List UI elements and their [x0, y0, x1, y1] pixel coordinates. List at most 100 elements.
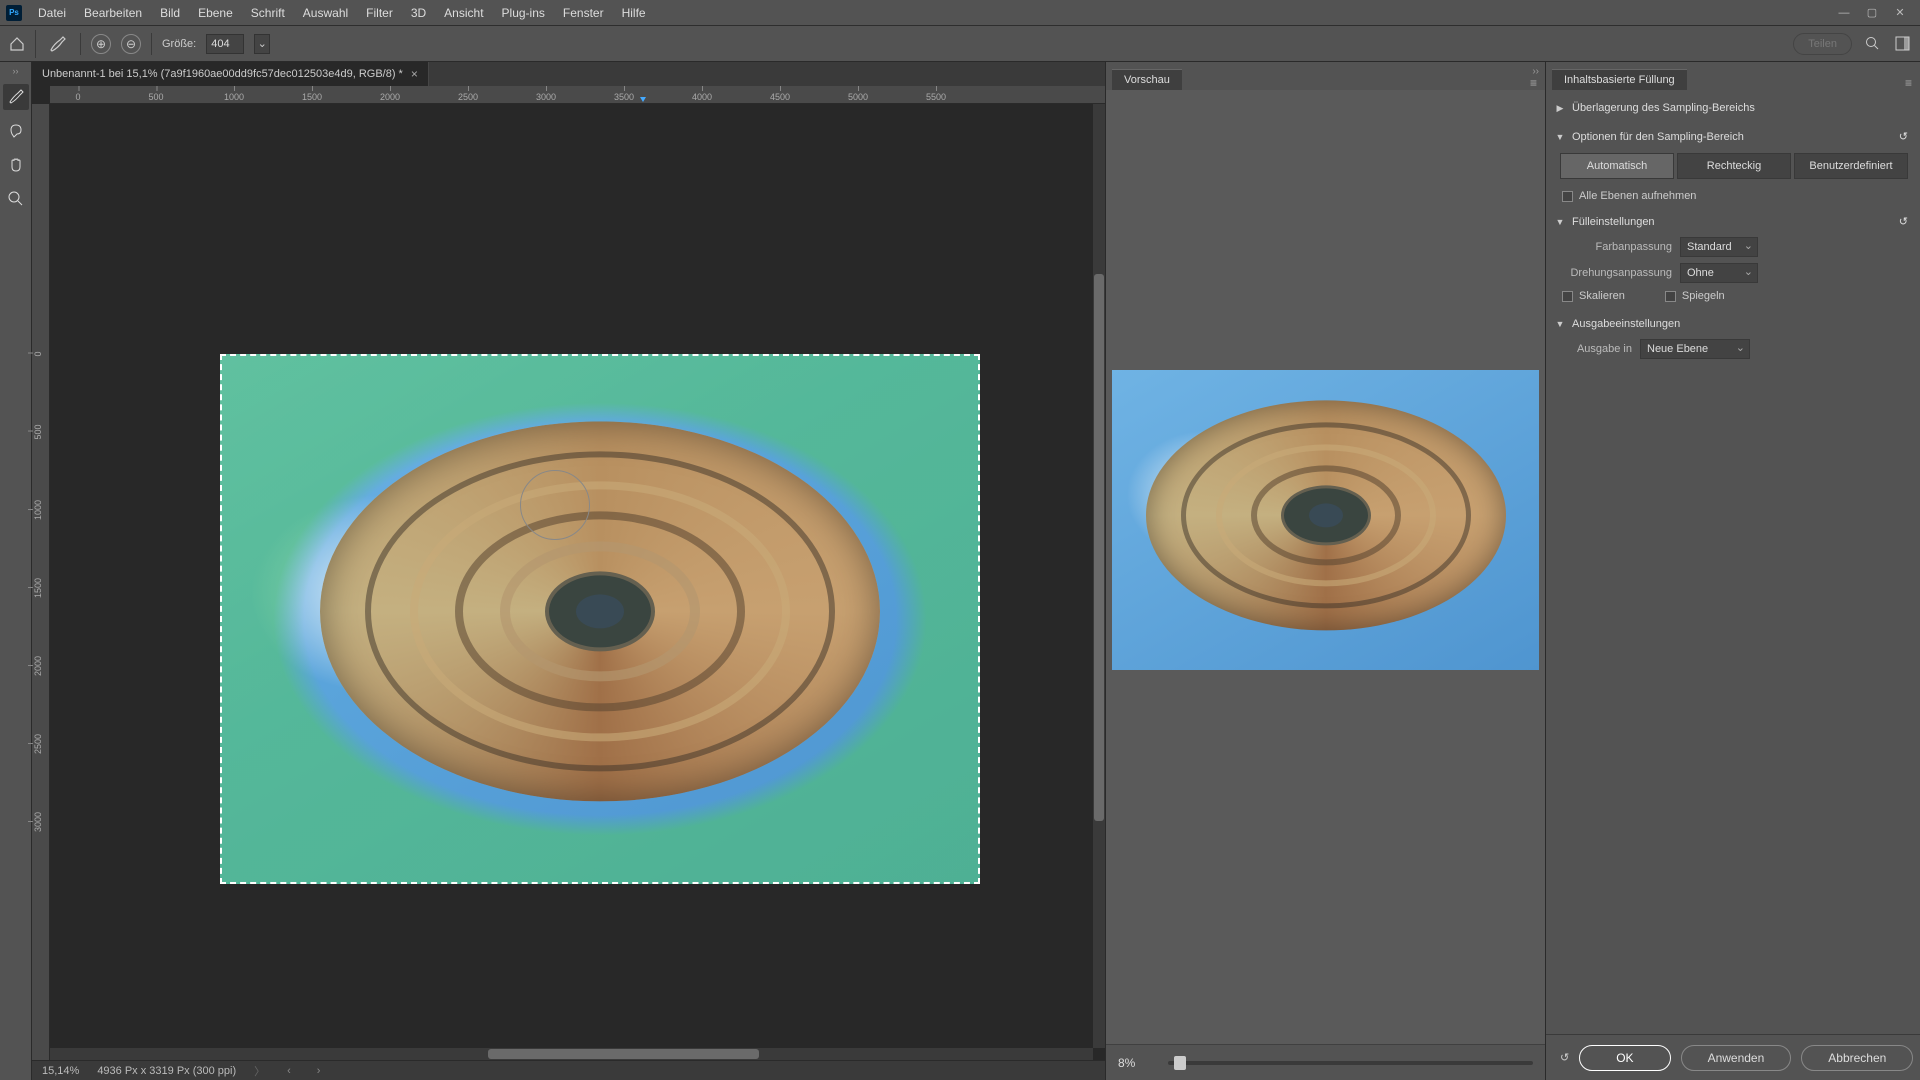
menu-bearbeiten[interactable]: Bearbeiten: [76, 2, 150, 24]
panel-menu-icon[interactable]: ≡: [1905, 76, 1912, 90]
settings-tab[interactable]: Inhaltsbasierte Füllung: [1552, 69, 1687, 90]
preview-zoom-value: 8%: [1118, 1056, 1158, 1070]
reset-all-icon[interactable]: ↺: [1560, 1047, 1569, 1069]
seg-custom[interactable]: Benutzerdefiniert: [1794, 153, 1908, 179]
section-label: Optionen für den Sampling-Bereich: [1572, 131, 1744, 143]
ruler-vertical: 0 500 1000 1500 2000 2500 3000: [32, 104, 50, 1060]
menu-schrift[interactable]: Schrift: [243, 2, 293, 24]
output-dropdown[interactable]: Neue Ebene: [1640, 339, 1750, 359]
scale-checkbox[interactable]: [1562, 291, 1573, 302]
apply-button[interactable]: Anwenden: [1681, 1045, 1792, 1071]
section-sampling-overlay[interactable]: ▶ Überlagerung des Sampling-Bereichs: [1554, 96, 1908, 120]
sampling-brush-tool[interactable]: [3, 84, 29, 110]
status-bar: 15,14% 4936 Px x 3319 Px (300 ppi) 〉 ‹ ›: [32, 1060, 1105, 1080]
section-sampling-options[interactable]: ▼ Optionen für den Sampling-Bereich ↺: [1554, 124, 1908, 149]
document-tab[interactable]: Unbenannt-1 bei 15,1% (7a9f1960ae00dd9fc…: [32, 62, 429, 86]
brush-add-button[interactable]: ⊕: [91, 34, 111, 54]
app-icon: Ps: [6, 5, 22, 21]
all-layers-checkbox[interactable]: [1562, 191, 1573, 202]
seg-rect[interactable]: Rechteckig: [1677, 153, 1791, 179]
ruler-tick: 0: [33, 351, 43, 356]
section-label: Überlagerung des Sampling-Bereichs: [1572, 102, 1755, 114]
ruler-tick: 3000: [536, 92, 556, 102]
status-next-icon[interactable]: ›: [313, 1065, 325, 1077]
section-output-settings[interactable]: ▼ Ausgabeeinstellungen: [1554, 312, 1908, 336]
home-button[interactable]: [8, 30, 36, 58]
options-bar: ⊕ ⊖ Größe: ⌄ Teilen: [0, 26, 1920, 62]
menu-plugins[interactable]: Plug-ins: [494, 2, 553, 24]
ok-button[interactable]: OK: [1579, 1045, 1670, 1071]
toolbar-grip-icon: ››: [13, 66, 19, 76]
chevron-right-icon: ▶: [1554, 103, 1566, 114]
lasso-tool[interactable]: [3, 118, 29, 144]
tab-close-icon[interactable]: ×: [411, 67, 418, 81]
scrollbar-vertical[interactable]: [1093, 104, 1105, 1048]
minimize-button[interactable]: —: [1834, 6, 1854, 20]
ruler-tick: 1500: [302, 92, 322, 102]
ruler-tick: 2500: [33, 734, 43, 754]
share-button[interactable]: Teilen: [1793, 33, 1852, 55]
ruler-tick: 3000: [33, 812, 43, 832]
chevron-down-icon: ▼: [1554, 132, 1566, 142]
chevron-down-icon: ▼: [1554, 319, 1566, 329]
preview-tab[interactable]: Vorschau: [1112, 69, 1182, 90]
menu-hilfe[interactable]: Hilfe: [614, 2, 654, 24]
cancel-button[interactable]: Abbrechen: [1801, 1045, 1913, 1071]
slider-handle[interactable]: [1174, 1056, 1186, 1070]
rotation-adapt-label: Drehungsanpassung: [1562, 267, 1672, 279]
menu-ansicht[interactable]: Ansicht: [436, 2, 491, 24]
size-dropdown[interactable]: ⌄: [254, 34, 270, 54]
section-fill-settings[interactable]: ▼ Fülleinstellungen ↺: [1554, 209, 1908, 234]
zoom-tool[interactable]: [3, 186, 29, 212]
preview-panel: ›› Vorschau ≡ 8%: [1105, 62, 1545, 1080]
panel-collapse-icon[interactable]: ››: [1532, 66, 1539, 77]
all-layers-label: Alle Ebenen aufnehmen: [1579, 190, 1696, 202]
preview-zoom-slider[interactable]: [1168, 1061, 1533, 1065]
workspace-icon[interactable]: [1892, 34, 1912, 54]
ruler-tick: 3500: [614, 92, 634, 102]
brush-subtract-button[interactable]: ⊖: [121, 34, 141, 54]
search-icon[interactable]: [1862, 34, 1882, 54]
menu-fenster[interactable]: Fenster: [555, 2, 612, 24]
selection-marquee: [220, 354, 980, 884]
ruler-tick: 5500: [926, 92, 946, 102]
mirror-checkbox[interactable]: [1665, 291, 1676, 302]
panel-menu-icon[interactable]: ≡: [1530, 76, 1537, 90]
reset-icon[interactable]: ↺: [1899, 130, 1908, 143]
menu-auswahl[interactable]: Auswahl: [295, 2, 356, 24]
ruler-tick: 2000: [380, 92, 400, 102]
size-input[interactable]: [206, 34, 244, 54]
status-dims: 4936 Px x 3319 Px (300 ppi): [97, 1065, 236, 1077]
settings-panel: Inhaltsbasierte Füllung ≡ ▶ Überlagerung…: [1545, 62, 1920, 1080]
hand-tool[interactable]: [3, 152, 29, 178]
document-image: [220, 354, 980, 884]
document-tabs: Unbenannt-1 bei 15,1% (7a9f1960ae00dd9fc…: [32, 62, 1105, 86]
close-button[interactable]: ✕: [1890, 6, 1910, 20]
preview-zoom-bar: 8%: [1106, 1044, 1545, 1080]
menu-3d[interactable]: 3D: [403, 2, 434, 24]
ruler-tick: 2500: [458, 92, 478, 102]
menu-bild[interactable]: Bild: [152, 2, 188, 24]
status-prev-icon[interactable]: ‹: [283, 1065, 295, 1077]
canvas[interactable]: [50, 104, 1105, 1060]
menu-filter[interactable]: Filter: [358, 2, 401, 24]
ruler-tick: 4500: [770, 92, 790, 102]
seg-auto[interactable]: Automatisch: [1560, 153, 1674, 179]
section-label: Fülleinstellungen: [1572, 216, 1655, 228]
document-tab-label: Unbenannt-1 bei 15,1% (7a9f1960ae00dd9fc…: [42, 68, 403, 80]
color-adapt-dropdown[interactable]: Standard: [1680, 237, 1758, 257]
menu-datei[interactable]: Datei: [30, 2, 74, 24]
canvas-area: Unbenannt-1 bei 15,1% (7a9f1960ae00dd9fc…: [32, 62, 1105, 1080]
reset-icon[interactable]: ↺: [1899, 215, 1908, 228]
rotation-adapt-dropdown[interactable]: Ohne: [1680, 263, 1758, 283]
action-buttons: ↺ OK Anwenden Abbrechen: [1546, 1034, 1920, 1080]
scrollbar-horizontal[interactable]: [50, 1048, 1093, 1060]
status-zoom: 15,14%: [42, 1065, 79, 1077]
menu-ebene[interactable]: Ebene: [190, 2, 241, 24]
window-controls: — ▢ ✕: [1834, 6, 1914, 20]
maximize-button[interactable]: ▢: [1862, 6, 1882, 20]
sampling-mode-segment: Automatisch Rechteckig Benutzerdefiniert: [1560, 153, 1908, 179]
color-adapt-label: Farbanpassung: [1562, 241, 1672, 253]
ruler-tick: 2000: [33, 656, 43, 676]
menubar: Ps Datei Bearbeiten Bild Ebene Schrift A…: [0, 0, 1920, 26]
